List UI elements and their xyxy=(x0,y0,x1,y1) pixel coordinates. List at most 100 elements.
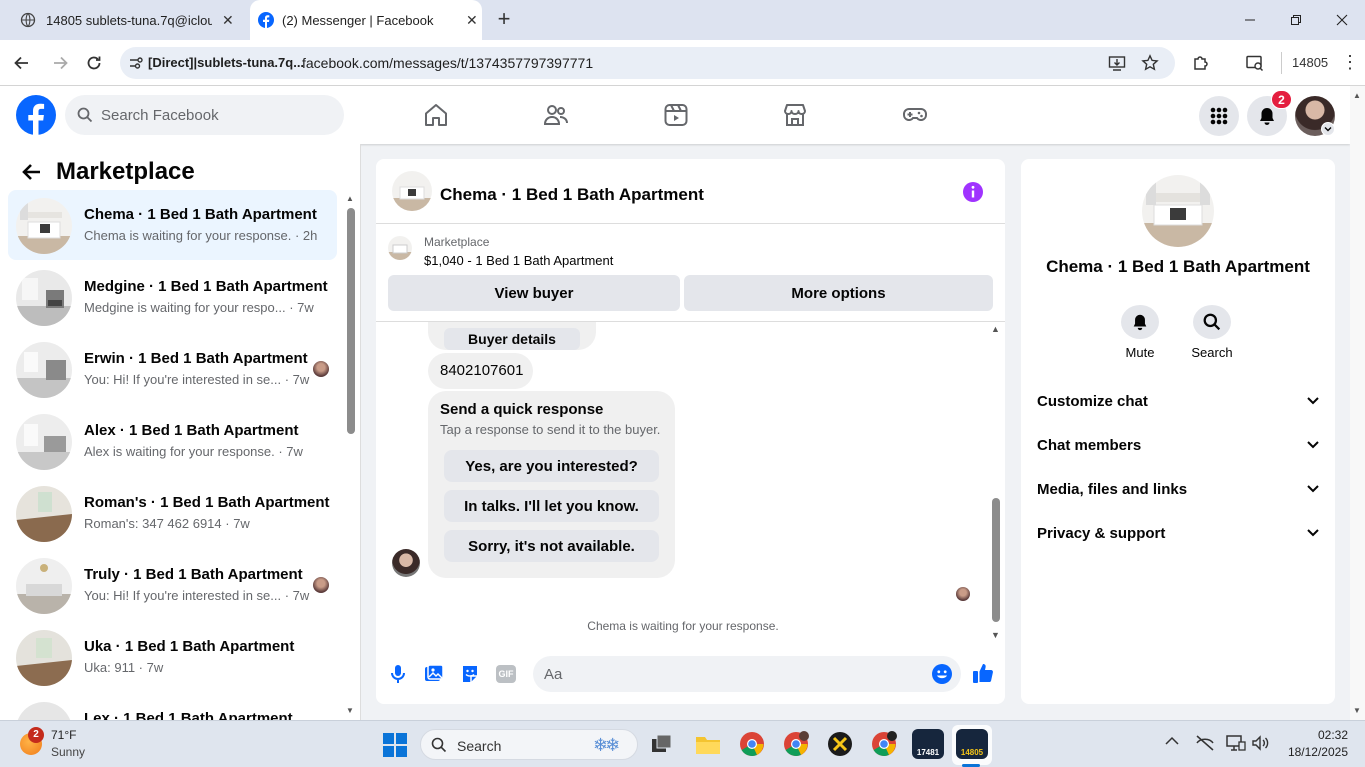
conversation-item[interactable]: Truly · 1 Bed 1 Bath Apartment You: Hi! … xyxy=(8,550,337,620)
extensions-icon[interactable] xyxy=(1191,53,1211,73)
url-text[interactable]: facebook.com/messages/t/1374357797397771 xyxy=(302,55,593,71)
weather-temp[interactable]: 71°F xyxy=(51,728,76,742)
weather-condition[interactable]: Sunny xyxy=(51,745,85,759)
taskbar-search-box[interactable]: Search ❄❄ xyxy=(420,729,638,760)
install-icon[interactable] xyxy=(1108,54,1126,72)
page-scrollbar[interactable]: ▲ ▼ xyxy=(1350,86,1365,720)
message-input[interactable]: Aa xyxy=(533,656,961,692)
chrome-profile-icon[interactable] xyxy=(869,729,899,759)
conversation-item[interactable]: Chema · 1 Bed 1 Bath Apartment Chema is … xyxy=(8,190,337,260)
app-x-icon[interactable] xyxy=(825,729,855,759)
bell-icon xyxy=(1131,313,1149,331)
scroll-down-icon[interactable]: ▼ xyxy=(1353,706,1361,715)
app-tile-active[interactable]: 14805 xyxy=(956,729,988,759)
customize-chat-section[interactable]: Customize chat xyxy=(1037,379,1319,423)
back-arrow-icon[interactable] xyxy=(20,160,44,184)
conversation-title: Uka · 1 Bed 1 Bath Apartment xyxy=(84,638,295,655)
home-icon[interactable] xyxy=(423,102,449,128)
omnibox[interactable]: [Direct]|sublets-tuna.7q... facebook.com… xyxy=(120,47,1175,79)
thread-scrollbar[interactable]: ▲ ▼ xyxy=(989,324,1003,640)
read-receipt-avatar xyxy=(956,587,970,601)
close-icon[interactable]: ✕ xyxy=(222,12,234,29)
thumbs-up-icon[interactable] xyxy=(972,662,994,684)
volume-icon[interactable] xyxy=(1251,734,1271,752)
chevron-up-icon[interactable] xyxy=(1165,736,1179,746)
chat-members-section[interactable]: Chat members xyxy=(1037,423,1319,467)
friends-icon[interactable] xyxy=(543,102,569,128)
scroll-up-icon[interactable]: ▲ xyxy=(1353,91,1361,100)
clock-date[interactable]: 18/12/2025 xyxy=(1276,745,1348,759)
mute-button[interactable] xyxy=(1121,305,1159,339)
profile-label[interactable]: 14805 xyxy=(1292,55,1328,70)
facebook-logo-icon[interactable] xyxy=(16,95,56,135)
view-buyer-button[interactable]: View buyer xyxy=(388,275,680,311)
task-view-icon[interactable] xyxy=(647,729,677,759)
search-conversation-button[interactable] xyxy=(1193,305,1231,339)
photo-icon[interactable] xyxy=(424,664,444,684)
marketplace-icon[interactable] xyxy=(782,102,808,128)
quick-response-button[interactable]: Yes, are you interested? xyxy=(444,450,659,482)
minimize-icon[interactable] xyxy=(1227,0,1273,40)
chevron-down-icon[interactable] xyxy=(1321,122,1335,136)
new-tab-icon[interactable]: + xyxy=(492,8,516,32)
scroll-up-icon[interactable]: ▲ xyxy=(991,324,1000,334)
info-icon[interactable] xyxy=(962,181,984,203)
chrome-icon[interactable] xyxy=(737,729,767,759)
chat-title[interactable]: Chema · 1 Bed 1 Bath Apartment xyxy=(440,185,704,205)
divider xyxy=(376,223,1005,224)
more-options-button[interactable]: More options xyxy=(684,275,993,311)
scroll-down-icon[interactable]: ▼ xyxy=(991,630,1000,640)
address-toolbar: [Direct]|sublets-tuna.7q... facebook.com… xyxy=(0,40,1365,86)
microphone-icon[interactable] xyxy=(389,664,407,684)
menu-grid-icon[interactable] xyxy=(1199,96,1239,136)
chrome-profile-icon[interactable] xyxy=(781,729,811,759)
conversation-item[interactable]: Erwin · 1 Bed 1 Bath Apartment You: Hi! … xyxy=(8,334,337,404)
file-explorer-icon[interactable] xyxy=(693,729,723,759)
star-icon[interactable] xyxy=(1141,54,1159,72)
network-off-icon[interactable] xyxy=(1195,734,1215,752)
media-files-links-section[interactable]: Media, files and links xyxy=(1037,467,1319,511)
quick-response-button[interactable]: In talks. I'll let you know. xyxy=(444,490,659,522)
conversation-title: Erwin · 1 Bed 1 Bath Apartment xyxy=(84,350,308,367)
close-window-icon[interactable] xyxy=(1319,0,1365,40)
close-icon[interactable]: ✕ xyxy=(466,12,478,29)
browser-tab[interactable]: 14805 sublets-tuna.7q@icloud.c ✕ xyxy=(8,0,244,40)
scroll-thumb[interactable] xyxy=(992,498,1000,622)
list-scrollbar[interactable]: ▲ ▼ xyxy=(343,194,357,715)
reload-icon[interactable] xyxy=(84,53,104,73)
conversation-item[interactable]: Medgine · 1 Bed 1 Bath Apartment Medgine… xyxy=(8,262,337,332)
quick-response-button[interactable]: Sorry, it's not available. xyxy=(444,530,659,562)
gaming-icon[interactable] xyxy=(902,102,928,128)
windows-start-icon[interactable] xyxy=(383,733,407,757)
scroll-thumb[interactable] xyxy=(347,208,355,434)
tab-search-icon[interactable] xyxy=(1245,53,1265,73)
restore-icon[interactable] xyxy=(1273,0,1319,40)
app-tile[interactable]: 17481 xyxy=(912,729,944,759)
browser-tab-bar: 14805 sublets-tuna.7q@icloud.c ✕ (2) Mes… xyxy=(0,0,1365,40)
browser-tab-active[interactable]: (2) Messenger | Facebook ✕ xyxy=(250,0,482,40)
scroll-up-icon[interactable]: ▲ xyxy=(346,194,354,203)
privacy-support-section[interactable]: Privacy & support xyxy=(1037,511,1319,555)
listing-title[interactable]: $1,040 - 1 Bed 1 Bath Apartment xyxy=(424,253,613,268)
video-icon[interactable] xyxy=(663,102,689,128)
conversation-item[interactable]: Alex · 1 Bed 1 Bath Apartment Alex is wa… xyxy=(8,406,337,476)
sender-avatar[interactable] xyxy=(392,549,420,577)
message-thread: Buyer details 8402107601 Send a quick re… xyxy=(376,322,1005,640)
menu-dots-icon[interactable]: ⋮ xyxy=(1341,53,1359,71)
display-icon[interactable] xyxy=(1226,734,1246,752)
conversation-item[interactable]: Lex · 1 Bed 1 Bath Apartment xyxy=(8,694,337,720)
gif-icon[interactable]: GIF xyxy=(496,665,516,683)
back-arrow-icon[interactable] xyxy=(12,53,32,73)
facebook-search-input[interactable]: Search Facebook xyxy=(65,95,344,135)
scroll-down-icon[interactable]: ▼ xyxy=(346,706,354,715)
contact-avatar[interactable] xyxy=(1142,175,1214,247)
conversation-item[interactable]: Roman's · 1 Bed 1 Bath Apartment Roman's… xyxy=(8,478,337,548)
sticker-icon[interactable] xyxy=(460,664,480,684)
buyer-details-button[interactable]: Buyer details xyxy=(444,328,580,350)
chat-avatar[interactable] xyxy=(392,171,432,211)
clock-time[interactable]: 02:32 xyxy=(1290,728,1348,742)
site-settings-icon[interactable] xyxy=(128,55,144,71)
conversation-item[interactable]: Uka · 1 Bed 1 Bath Apartment Uka: 911 · … xyxy=(8,622,337,692)
forward-arrow-icon[interactable] xyxy=(50,53,70,73)
emoji-icon[interactable] xyxy=(932,664,952,684)
